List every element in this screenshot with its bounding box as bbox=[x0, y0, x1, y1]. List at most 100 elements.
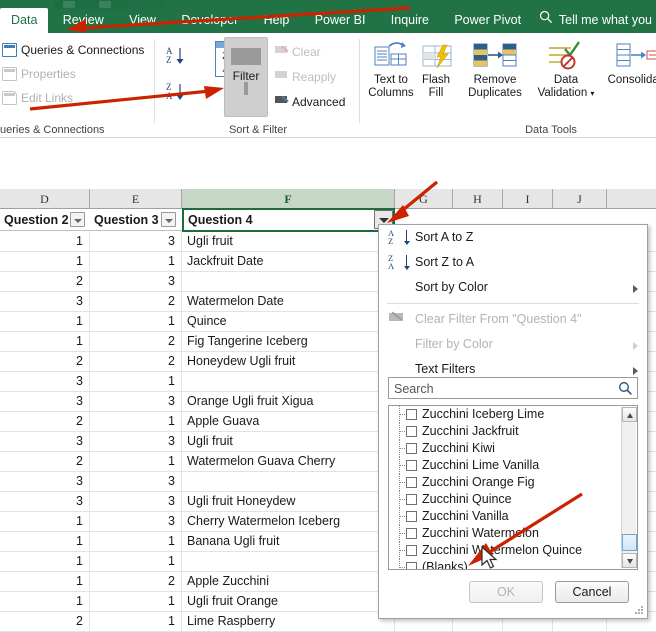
cell-question-2[interactable]: 2 bbox=[0, 451, 89, 471]
checkbox[interactable] bbox=[406, 511, 417, 522]
cell-question-2[interactable]: 1 bbox=[0, 511, 89, 531]
filter-list-item[interactable]: (Blanks) bbox=[389, 559, 637, 569]
cell-question-3[interactable]: 3 bbox=[90, 391, 181, 411]
data-validation-button[interactable]: Data Validation ▾ bbox=[531, 39, 601, 100]
checkbox[interactable] bbox=[406, 562, 417, 569]
text-to-columns-button[interactable]: Text to Columns bbox=[361, 39, 421, 100]
cell-question-4[interactable]: Honeydew Ugli fruit bbox=[182, 351, 394, 371]
tab-data[interactable]: Data bbox=[0, 8, 49, 33]
chevron-down-icon[interactable]: ▾ bbox=[590, 89, 594, 98]
cell-question-2[interactable]: 3 bbox=[0, 491, 89, 511]
cell-question-3[interactable]: 1 bbox=[90, 551, 181, 571]
tell-me-search[interactable]: Tell me what you bbox=[539, 8, 652, 33]
cell-question-2[interactable]: 3 bbox=[0, 371, 89, 391]
filter-list-scrollbar[interactable] bbox=[621, 407, 637, 568]
cell-question-3[interactable]: 2 bbox=[90, 351, 181, 371]
checkbox[interactable] bbox=[406, 426, 417, 437]
cell-question-3[interactable]: 2 bbox=[90, 291, 181, 311]
cell-question-3[interactable]: 3 bbox=[90, 491, 181, 511]
column-header-h[interactable]: H bbox=[453, 189, 503, 209]
cell-question-4[interactable]: Watermelon Guava Cherry bbox=[182, 451, 394, 471]
cell-question-4[interactable]: Quince bbox=[182, 311, 394, 331]
tab-power-pivot[interactable]: Power Pivot bbox=[443, 8, 532, 33]
filter-list-item[interactable]: Zucchini Watermelon bbox=[389, 525, 637, 542]
flash-fill-button[interactable]: Flash Fill bbox=[415, 39, 457, 100]
checkbox[interactable] bbox=[406, 443, 417, 454]
cell-question-4[interactable]: Ugli fruit Honeydew bbox=[182, 491, 394, 511]
cell-question-4[interactable] bbox=[182, 471, 394, 491]
advanced-filter-button[interactable]: Advanced bbox=[275, 91, 345, 113]
tab-power-bi[interactable]: Power BI bbox=[304, 8, 377, 33]
cell-question-3[interactable]: 1 bbox=[90, 251, 181, 271]
tab-review[interactable]: Review bbox=[52, 8, 115, 33]
cell-question-4[interactable]: Ugli fruit Orange bbox=[182, 591, 394, 611]
remove-duplicates-button[interactable]: Remove Duplicates bbox=[457, 39, 533, 100]
cell-question-4[interactable]: Banana Ugli fruit bbox=[182, 531, 394, 551]
scroll-up-arrow-icon[interactable] bbox=[622, 407, 637, 422]
filter-list-item[interactable]: Zucchini Kiwi bbox=[389, 440, 637, 457]
cell-question-2[interactable]: 1 bbox=[0, 251, 89, 271]
checkbox[interactable] bbox=[406, 545, 417, 556]
cell-question-3[interactable]: 1 bbox=[90, 611, 181, 631]
resize-grip[interactable] bbox=[635, 606, 644, 615]
search-input[interactable]: Search bbox=[394, 378, 434, 400]
cell-question-4[interactable]: Fig Tangerine Iceberg bbox=[182, 331, 394, 351]
cell-question-3[interactable]: 1 bbox=[90, 371, 181, 391]
sort-a-to-z-button[interactable]: A Z bbox=[166, 45, 188, 65]
scroll-down-arrow-icon[interactable] bbox=[622, 553, 637, 568]
filter-list-item[interactable]: Zucchini Watermelon Quince bbox=[389, 542, 637, 559]
tab-developer[interactable]: Developer bbox=[170, 8, 249, 33]
column-header-i[interactable]: I bbox=[503, 189, 553, 209]
cell-question-3[interactable]: 1 bbox=[90, 411, 181, 431]
cell-question-4[interactable]: Jackfruit Date bbox=[182, 251, 394, 271]
cell-question-2[interactable]: 3 bbox=[0, 291, 89, 311]
cell-question-2[interactable]: 1 bbox=[0, 531, 89, 551]
cancel-button[interactable]: Cancel bbox=[555, 581, 629, 603]
column-header-d[interactable]: D bbox=[0, 189, 90, 209]
cell-question-4[interactable] bbox=[182, 371, 394, 391]
filter-list-item[interactable]: Zucchini Orange Fig bbox=[389, 474, 637, 491]
cell-question-2[interactable]: 1 bbox=[0, 311, 89, 331]
filter-list-item[interactable]: Zucchini Iceberg Lime bbox=[389, 406, 637, 423]
filter-button[interactable]: Filter bbox=[224, 37, 268, 117]
cell-question-4[interactable] bbox=[182, 271, 394, 291]
cell-question-4[interactable]: Cherry Watermelon Iceberg bbox=[182, 511, 394, 531]
cell-question-3[interactable]: 1 bbox=[90, 591, 181, 611]
cell-question-3[interactable]: 1 bbox=[90, 531, 181, 551]
checkbox[interactable] bbox=[406, 460, 417, 471]
sort-z-to-a-button[interactable]: Z A bbox=[166, 81, 188, 101]
menu-item-sort-by-color[interactable]: Sort by Color bbox=[379, 275, 647, 300]
column-header-e[interactable]: E bbox=[90, 189, 182, 209]
cell-question-2[interactable]: 3 bbox=[0, 391, 89, 411]
column-header-k[interactable] bbox=[607, 189, 656, 209]
cell-question-2[interactable]: 1 bbox=[0, 591, 89, 611]
cell-question-3[interactable]: 1 bbox=[90, 311, 181, 331]
cell-question-3[interactable]: 3 bbox=[90, 511, 181, 531]
qat-icon-1[interactable] bbox=[63, 1, 75, 8]
cell-question-2[interactable]: 1 bbox=[0, 551, 89, 571]
menu-item-sort-a-to-z[interactable]: AZ Sort A to Z bbox=[379, 225, 647, 250]
cell-question-2[interactable]: 3 bbox=[0, 471, 89, 491]
checkbox[interactable] bbox=[406, 477, 417, 488]
cell-question-3[interactable]: 3 bbox=[90, 431, 181, 451]
cell-question-2[interactable]: 1 bbox=[0, 331, 89, 351]
column-header-g[interactable]: G bbox=[395, 189, 453, 209]
cell-question-3[interactable]: 2 bbox=[90, 331, 181, 351]
filter-button-question-2[interactable] bbox=[70, 212, 85, 227]
cell-question-4[interactable]: Ugli fruit bbox=[182, 431, 394, 451]
cell-question-4[interactable]: Apple Guava bbox=[182, 411, 394, 431]
consolidate-button[interactable]: Consolidate bbox=[599, 39, 656, 87]
qat-icon-2[interactable] bbox=[99, 1, 111, 8]
cell-question-4[interactable]: Watermelon Date bbox=[182, 291, 394, 311]
filter-search-box[interactable]: Search bbox=[388, 377, 638, 399]
cell-question-4[interactable]: Orange Ugli fruit Xigua bbox=[182, 391, 394, 411]
filter-button-question-3[interactable] bbox=[161, 212, 176, 227]
checkbox[interactable] bbox=[406, 409, 417, 420]
cell-question-3[interactable]: 3 bbox=[90, 271, 181, 291]
cell-question-3[interactable]: 3 bbox=[90, 231, 181, 251]
cell-question-3[interactable]: 2 bbox=[90, 571, 181, 591]
cell-question-3[interactable]: 1 bbox=[90, 451, 181, 471]
cell-question-3[interactable]: 3 bbox=[90, 471, 181, 491]
cell-question-4[interactable]: Apple Zucchini bbox=[182, 571, 394, 591]
filter-list-item[interactable]: Zucchini Lime Vanilla bbox=[389, 457, 637, 474]
